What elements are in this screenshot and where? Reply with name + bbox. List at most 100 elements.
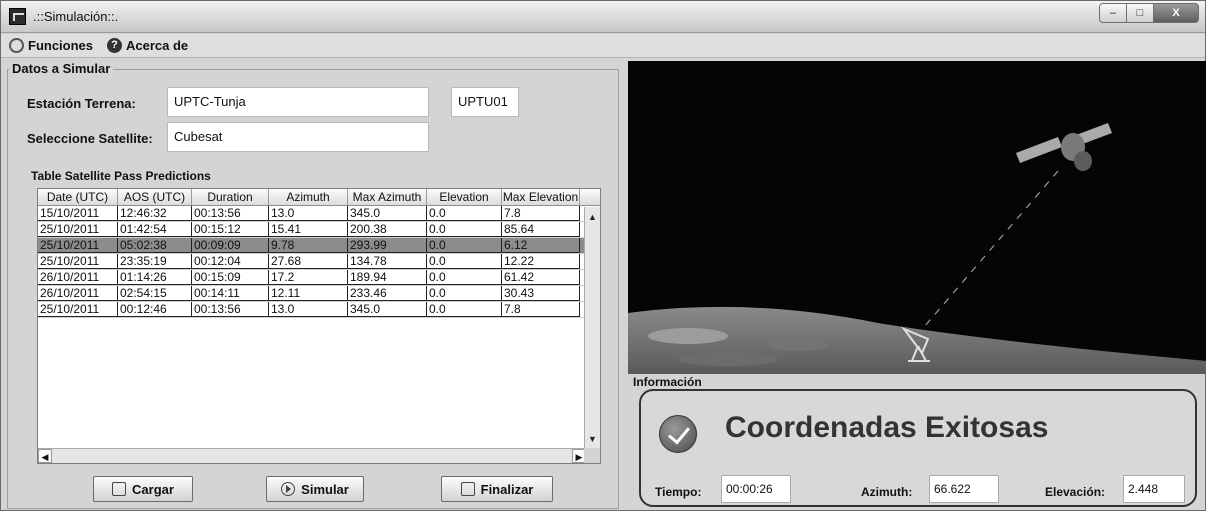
play-icon — [281, 482, 296, 496]
time-label: Tiempo: — [655, 485, 702, 499]
table-row[interactable]: 26/10/2011 02:54:15 00:14:11 12.11 233.46 0.0… — [38, 286, 600, 302]
menu-acerca-de[interactable]: ? Acerca de — [107, 38, 188, 53]
column-header[interactable]: Date (UTC) — [38, 189, 118, 205]
crater — [648, 328, 728, 344]
table-cell: 17.2 — [269, 270, 348, 285]
satellite-label: Seleccione Satellite: — [27, 131, 153, 146]
station-field[interactable]: UPTC-Tunja — [167, 87, 429, 117]
table-cell: 7.8 — [502, 302, 580, 317]
station-label: Estación Terrena: — [27, 96, 136, 111]
orbit-scene — [628, 123, 1206, 374]
table-cell: 345.0 — [348, 206, 427, 221]
close-button[interactable]: X — [1153, 3, 1199, 23]
table-cell: 134.78 — [348, 254, 427, 269]
table-row[interactable]: 25/10/2011 05:02:38 00:09:09 9.78 293.99 0.0 6… — [38, 238, 600, 254]
table-cell: 13.0 — [269, 302, 348, 317]
wrench-icon — [6, 35, 27, 56]
azimuth-label: Azimuth: — [861, 485, 913, 499]
check-icon — [659, 415, 697, 453]
simulation-viewport[interactable] — [628, 61, 1206, 374]
scroll-down-icon[interactable]: ▼ — [585, 431, 600, 447]
column-header[interactable]: Elevation — [427, 189, 502, 205]
table-cell: 6.12 — [502, 238, 580, 253]
table-cell: 13.0 — [269, 206, 348, 221]
window-controls: – □ X — [1099, 3, 1199, 23]
simulate-button[interactable]: Simular — [266, 476, 364, 502]
finish-icon — [460, 482, 475, 496]
minimize-button[interactable]: – — [1099, 3, 1127, 23]
info-legend: Información — [633, 375, 702, 389]
table-row[interactable]: 26/10/2011 01:14:26 00:15:09 17.2 189.94 0.0 6… — [38, 270, 600, 286]
table-cell: 0.0 — [427, 286, 502, 301]
table-cell: 189.94 — [348, 270, 427, 285]
horizontal-scrollbar[interactable]: ◀ ▶ — [38, 448, 586, 463]
table-cell: 200.38 — [348, 222, 427, 237]
info-panel: Coordenadas Exitosas Tiempo: 00:00:26 Az… — [639, 389, 1197, 507]
table-cell: 25/10/2011 — [38, 222, 118, 237]
finish-button[interactable]: Finalizar — [441, 476, 553, 502]
table-cell: 26/10/2011 — [38, 286, 118, 301]
simulation-window: .::Simulación::. – □ X Funciones ? Acerc… — [0, 0, 1206, 511]
app-icon — [9, 8, 26, 25]
table-cell: 00:15:09 — [192, 270, 269, 285]
title-bar[interactable]: .::Simulación::. – □ X — [1, 1, 1205, 33]
table-cell: 345.0 — [348, 302, 427, 317]
elevation-label: Elevación: — [1045, 485, 1106, 499]
window-title: .::Simulación::. — [33, 9, 119, 24]
table-cell: 23:35:19 — [118, 254, 192, 269]
simulation-legend: Datos a Simular — [9, 61, 114, 76]
table-header: Date (UTC) AOS (UTC) Duration Azimuth Ma… — [38, 189, 600, 206]
scroll-left-icon[interactable]: ◀ — [38, 449, 52, 463]
vertical-scrollbar[interactable]: ▲ ▼ — [584, 207, 600, 449]
table-cell: 00:09:09 — [192, 238, 269, 253]
table-cell: 0.0 — [427, 254, 502, 269]
table-cell: 00:12:46 — [118, 302, 192, 317]
table-cell: 25/10/2011 — [38, 254, 118, 269]
table-body: 15/10/2011 12:46:32 00:13:56 13.0 345.0 0.0 7.… — [38, 206, 600, 318]
table-cell: 00:13:56 — [192, 206, 269, 221]
table-cell: 85.64 — [502, 222, 580, 237]
azimuth-field[interactable]: 66.622 — [929, 475, 999, 503]
table-cell: 26/10/2011 — [38, 270, 118, 285]
table-row[interactable]: 25/10/2011 00:12:46 00:13:56 13.0 345.0 0.0 7.… — [38, 302, 600, 318]
menu-bar: Funciones ? Acerca de — [1, 34, 1205, 58]
table-row[interactable]: 25/10/2011 01:42:54 00:15:12 15.41 200.38 0.0… — [38, 222, 600, 238]
table-cell: 25/10/2011 — [38, 302, 118, 317]
table-cell: 00:15:12 — [192, 222, 269, 237]
column-header[interactable]: AOS (UTC) — [118, 189, 192, 205]
time-field[interactable]: 00:00:26 — [721, 475, 791, 503]
column-header[interactable]: Duration — [192, 189, 269, 205]
elevation-field[interactable]: 2.448 — [1123, 475, 1185, 503]
menu-acerca-de-label: Acerca de — [126, 38, 189, 53]
table-cell: 00:13:56 — [192, 302, 269, 317]
scroll-up-icon[interactable]: ▲ — [585, 209, 600, 225]
menu-funciones[interactable]: Funciones — [6, 35, 93, 56]
status-message: Coordenadas Exitosas — [725, 411, 1049, 444]
table-cell: 61.42 — [502, 270, 580, 285]
satellite-icon — [1016, 123, 1112, 171]
satellite-field[interactable]: Cubesat — [167, 122, 429, 152]
calendar-icon — [112, 482, 127, 496]
simulation-data-panel: Datos a Simular Estación Terrena: UPTC-T… — [7, 61, 619, 509]
maximize-button[interactable]: □ — [1126, 3, 1154, 23]
table-cell: 27.68 — [269, 254, 348, 269]
table-cell: 9.78 — [269, 238, 348, 253]
load-button[interactable]: Cargar — [93, 476, 193, 502]
table-row[interactable]: 15/10/2011 12:46:32 00:13:56 13.0 345.0 0.0 7.… — [38, 206, 600, 222]
finish-button-label: Finalizar — [480, 481, 534, 497]
table-cell: 05:02:38 — [118, 238, 192, 253]
load-button-label: Cargar — [132, 481, 174, 497]
scroll-corner — [584, 448, 600, 463]
table-cell: 12.22 — [502, 254, 580, 269]
pass-predictions-table[interactable]: Date (UTC) AOS (UTC) Duration Azimuth Ma… — [37, 188, 601, 464]
column-header[interactable]: Azimuth — [269, 189, 348, 205]
column-header[interactable]: Max Elevation — [502, 189, 580, 205]
table-row[interactable]: 25/10/2011 23:35:19 00:12:04 27.68 134.78 0.0… — [38, 254, 600, 270]
table-cell: 233.46 — [348, 286, 427, 301]
table-cell: 7.8 — [502, 206, 580, 221]
column-header[interactable]: Max Azimuth — [348, 189, 427, 205]
table-cell: 25/10/2011 — [38, 238, 118, 253]
simulate-button-label: Simular — [301, 481, 349, 497]
station-code-field[interactable]: UPTU01 — [451, 87, 519, 117]
table-cell: 02:54:15 — [118, 286, 192, 301]
